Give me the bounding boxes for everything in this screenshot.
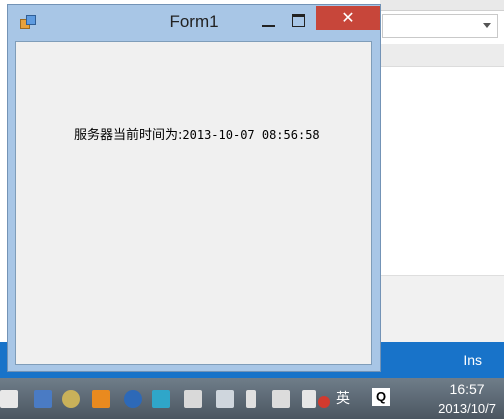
battery-icon[interactable] xyxy=(246,390,256,408)
ime-indicator[interactable]: 英 xyxy=(336,388,350,408)
background-header-row xyxy=(380,44,504,67)
background-toolbar xyxy=(380,0,504,11)
tray-clock[interactable]: 16:57 2013/10/7 xyxy=(438,380,496,418)
form-client-area: 服务器当前时间为:2013-10-07 08:56:58 xyxy=(15,41,372,365)
title-bar[interactable]: Form1 ✕ xyxy=(8,5,380,37)
app-icon[interactable] xyxy=(184,390,202,408)
keyboard-icon[interactable] xyxy=(0,390,18,408)
pen-icon[interactable] xyxy=(34,390,52,408)
volume-icon[interactable] xyxy=(302,390,316,408)
clock-date: 2013/10/7 xyxy=(438,401,496,416)
signal-icon[interactable] xyxy=(272,390,290,408)
flag-icon[interactable] xyxy=(216,390,234,408)
bluetooth-icon[interactable] xyxy=(124,390,142,408)
background-panel xyxy=(380,275,504,342)
blocked-icon xyxy=(318,396,330,408)
photo-icon[interactable] xyxy=(62,390,80,408)
server-time-label: 服务器当前时间为:2013-10-07 08:56:58 xyxy=(74,124,320,143)
network-app-icon[interactable] xyxy=(152,390,170,408)
maximize-button[interactable] xyxy=(286,11,312,31)
background-combobox[interactable] xyxy=(382,14,498,38)
shield-icon[interactable] xyxy=(92,390,110,408)
insert-mode-indicator: Ins xyxy=(463,352,482,368)
close-button[interactable]: ✕ xyxy=(316,6,380,30)
taskbar: 英 Q 16:57 2013/10/7 xyxy=(0,378,504,419)
chevron-down-icon xyxy=(483,23,491,28)
server-time-value: 2013-10-07 08:56:58 xyxy=(182,128,320,142)
server-time-prefix: 服务器当前时间为: xyxy=(74,128,183,143)
form-window: Form1 ✕ 服务器当前时间为:2013-10-07 08:56:58 xyxy=(7,4,381,372)
ime-q-icon[interactable]: Q xyxy=(372,388,390,406)
minimize-button[interactable] xyxy=(256,11,282,31)
clock-time: 16:57 xyxy=(449,381,485,397)
